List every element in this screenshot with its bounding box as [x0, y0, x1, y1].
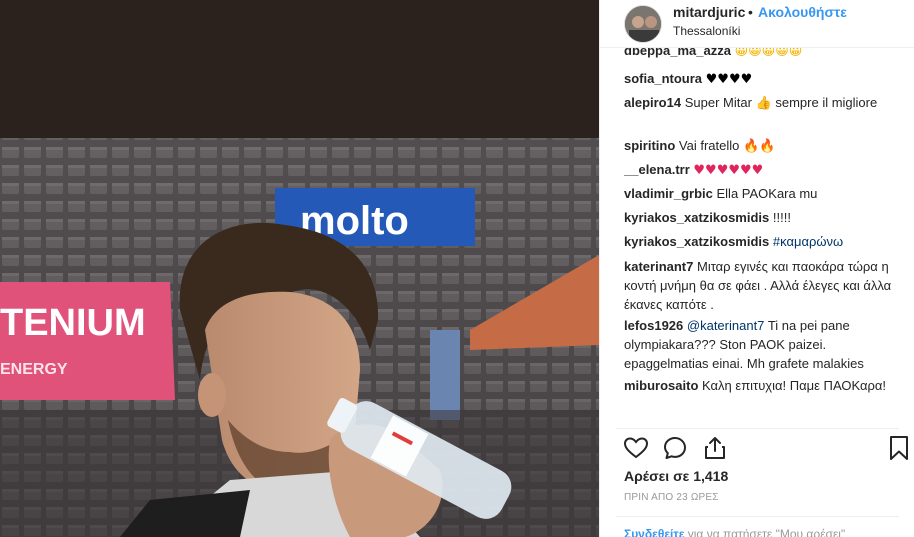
post-details-panel: mitardjuric • Ακολουθήστε Thessaloníki d… [599, 0, 914, 537]
thumbs-up-emoji-icon: 👍 [755, 96, 772, 111]
comment-item: kyriakos_xatzikosmidis !!!!! [624, 208, 894, 227]
comment-mention-link[interactable]: @katerinant7 [687, 318, 765, 333]
comment-text-continued: sempre il migliore [775, 95, 878, 110]
comment-item: __elena.trr ♥♥♥♥♥♥ [624, 160, 894, 180]
separator-dot: • [748, 4, 753, 20]
comment-username[interactable]: kyriakos_xatzikosmidis [624, 234, 769, 249]
comment-username[interactable]: sofia_ntoura [624, 71, 702, 86]
comment-text: Super Mitar [684, 95, 752, 110]
comment-text: Vai fratello [678, 138, 740, 153]
comment-username[interactable]: miburosaito [624, 378, 698, 393]
footer-divider [616, 516, 899, 517]
comment-button[interactable] [661, 434, 689, 462]
post-timestamp: ΠΡΙΝ ΑΠΟ 23 ΩΡΕΣ [624, 492, 719, 503]
smiley-emoji-icon: 😀😀😀😀😀 [734, 48, 803, 59]
follow-button[interactable]: Ακολουθήστε [758, 4, 847, 20]
comment-item: kyriakos_xatzikosmidis #καμαρώνω [624, 232, 894, 251]
red-heart-emoji-icon: ♥♥♥♥♥♥ [693, 163, 764, 178]
banner-left-sub: ENERGY [0, 361, 68, 378]
login-prompt: Συνδεθείτε για να πατήσετε "Μου αρέσει" [624, 527, 845, 537]
comment-username[interactable]: vladimir_grbic [624, 186, 713, 201]
comment-item: lefos1926 @katerinant7 Ti na pei pane ol… [624, 316, 894, 373]
comment-item: alepiro14 Super Mitar 👍 sempre il miglio… [624, 93, 894, 113]
comment-username[interactable]: spiritino [624, 138, 675, 153]
comments-list[interactable]: dbeppa_ma_azza 😀😀😀😀😀 sofia_ntoura ♥♥♥♥ a… [624, 48, 902, 428]
comment-username[interactable]: alepiro14 [624, 95, 681, 110]
banner-pink: TENIUM ENERGY [0, 282, 175, 400]
location-link[interactable]: Thessaloníki [673, 24, 740, 38]
login-link[interactable]: Συνδεθείτε [624, 527, 684, 537]
share-button[interactable] [701, 434, 729, 462]
likes-count[interactable]: Αρέσει σε 1,418 [624, 468, 728, 484]
bookmark-icon [890, 436, 908, 460]
fire-emoji-icon: 🔥🔥 [743, 139, 776, 154]
avatar[interactable] [624, 5, 662, 43]
comment-text: !!!!! [772, 210, 791, 225]
black-heart-emoji-icon: ♥♥♥♥ [705, 72, 753, 87]
login-prompt-text: για να πατήσετε "Μου αρέσει" [687, 527, 846, 537]
comment-item: vladimir_grbic Ella PAOKara mu [624, 184, 894, 203]
post-photo[interactable]: molto TENIUM ENERGY [0, 0, 599, 537]
photo-illustration: molto TENIUM ENERGY [0, 0, 599, 537]
comment-item: sofia_ntoura ♥♥♥♥ [624, 69, 894, 89]
save-button[interactable] [885, 434, 913, 462]
comment-username[interactable]: kyriakos_xatzikosmidis [624, 210, 769, 225]
banner-left-text: TENIUM [0, 302, 146, 344]
comment-username[interactable]: katerinant7 [624, 259, 693, 274]
comment-text: Καλη επιτυχια! Παμε ΠΑΟΚαρα! [702, 378, 886, 393]
comment-username[interactable]: lefos1926 [624, 318, 683, 333]
heart-outline-icon [623, 437, 649, 459]
actions-divider [616, 428, 899, 429]
comment-item: miburosaito Καλη επιτυχια! Παμε ΠΑΟΚαρα! [624, 376, 894, 395]
comment-hashtag-link[interactable]: #καμαρώνω [773, 234, 843, 249]
comment-item: spiritino Vai fratello 🔥🔥 [624, 136, 894, 156]
comment-username[interactable]: __elena.trr [624, 162, 690, 177]
comment-item: katerinant7 Μιταρ εγινές και παοκάρα τώρ… [624, 257, 894, 314]
comment-text: Ella PAOKara mu [716, 186, 818, 201]
comment-bubble-icon [664, 437, 686, 459]
post-header: mitardjuric • Ακολουθήστε Thessaloníki [600, 0, 914, 48]
like-button[interactable] [622, 434, 650, 462]
author-username[interactable]: mitardjuric [673, 4, 745, 20]
share-upload-icon [705, 437, 725, 459]
comment-item: dbeppa_ma_azza 😀😀😀😀😀 [624, 48, 894, 61]
comment-username[interactable]: dbeppa_ma_azza [624, 48, 731, 58]
